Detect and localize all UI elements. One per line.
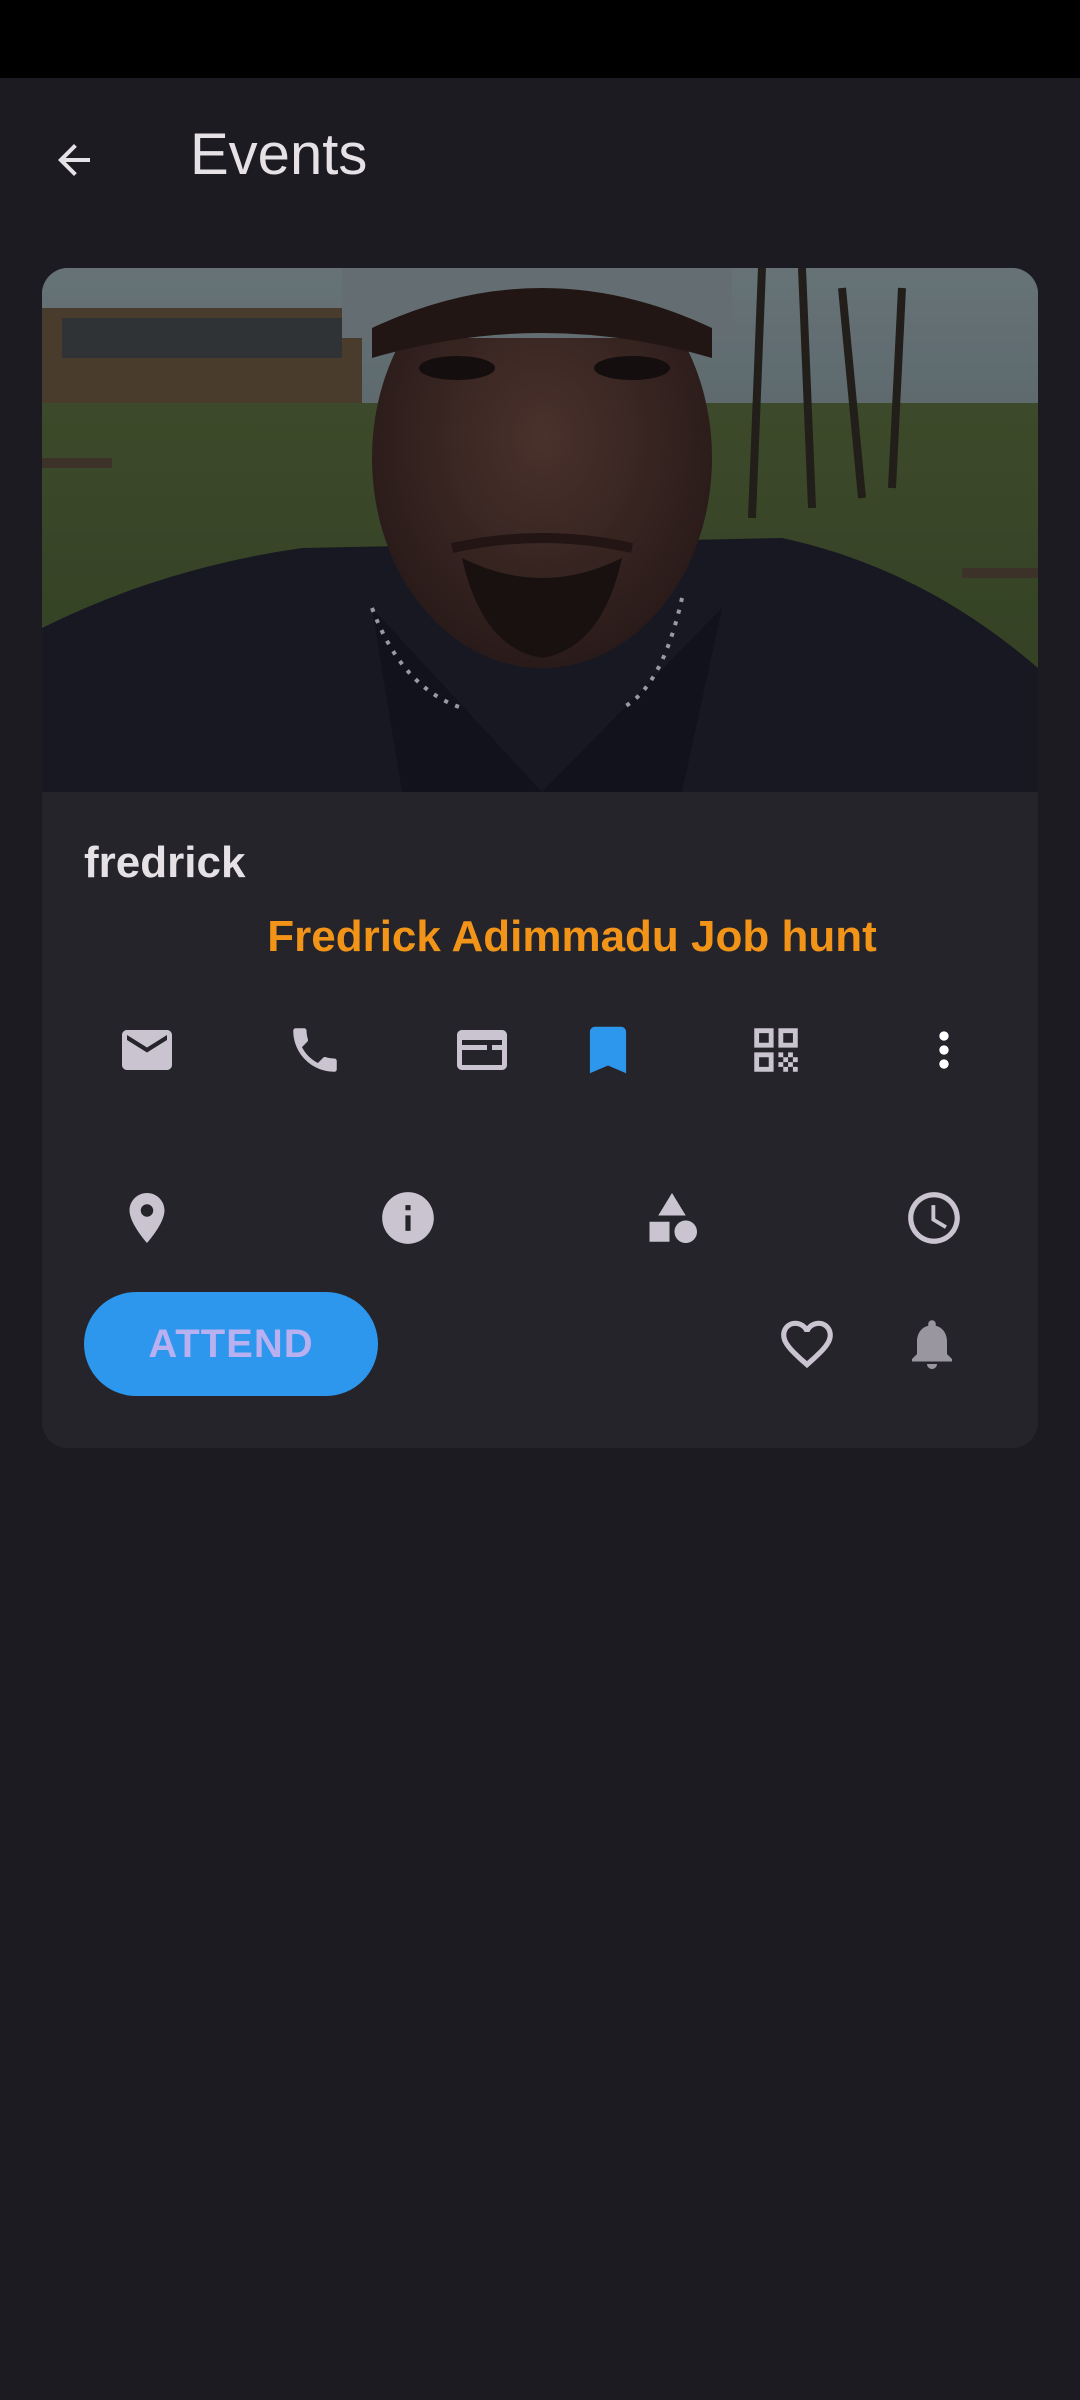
info-button[interactable]: [368, 1178, 448, 1258]
email-button[interactable]: [107, 1010, 187, 1090]
phone-icon: [293, 1028, 337, 1072]
attend-button[interactable]: ATTEND: [84, 1292, 378, 1396]
clock-icon: [908, 1192, 960, 1244]
location-button[interactable]: [107, 1178, 187, 1258]
category-button[interactable]: [632, 1178, 712, 1258]
info-icon: [382, 1192, 434, 1244]
page-title: Events: [190, 122, 368, 187]
app-bar: Events: [0, 78, 1080, 228]
email-icon: [122, 1030, 172, 1070]
phone-button[interactable]: [275, 1010, 355, 1090]
event-photo: [42, 268, 1038, 792]
more-vert-icon: [939, 1031, 949, 1069]
bookmark-icon: [589, 1026, 627, 1074]
category-icon: [649, 1193, 697, 1243]
notification-button[interactable]: [892, 1304, 972, 1384]
qr-code-icon: [754, 1028, 798, 1072]
back-button[interactable]: [30, 116, 118, 204]
arrow-back-icon: [58, 144, 90, 176]
status-bar: [0, 0, 1080, 78]
event-card[interactable]: fredrick Fredrick Adimmadu Job hunt ATTE…: [42, 268, 1038, 1448]
website-button[interactable]: [442, 1010, 522, 1090]
web-icon: [457, 1030, 507, 1070]
event-owner-name: fredrick: [84, 838, 246, 887]
bookmark-button[interactable]: [568, 1010, 648, 1090]
favorite-button[interactable]: [767, 1304, 847, 1384]
heart-outline-icon: [781, 1320, 833, 1369]
bell-icon: [912, 1320, 952, 1369]
event-title: Fredrick Adimmadu Job hunt: [267, 912, 877, 961]
location-icon: [129, 1193, 165, 1243]
qr-code-button[interactable]: [736, 1010, 816, 1090]
time-button[interactable]: [894, 1178, 974, 1258]
more-options-button[interactable]: [904, 1010, 984, 1090]
